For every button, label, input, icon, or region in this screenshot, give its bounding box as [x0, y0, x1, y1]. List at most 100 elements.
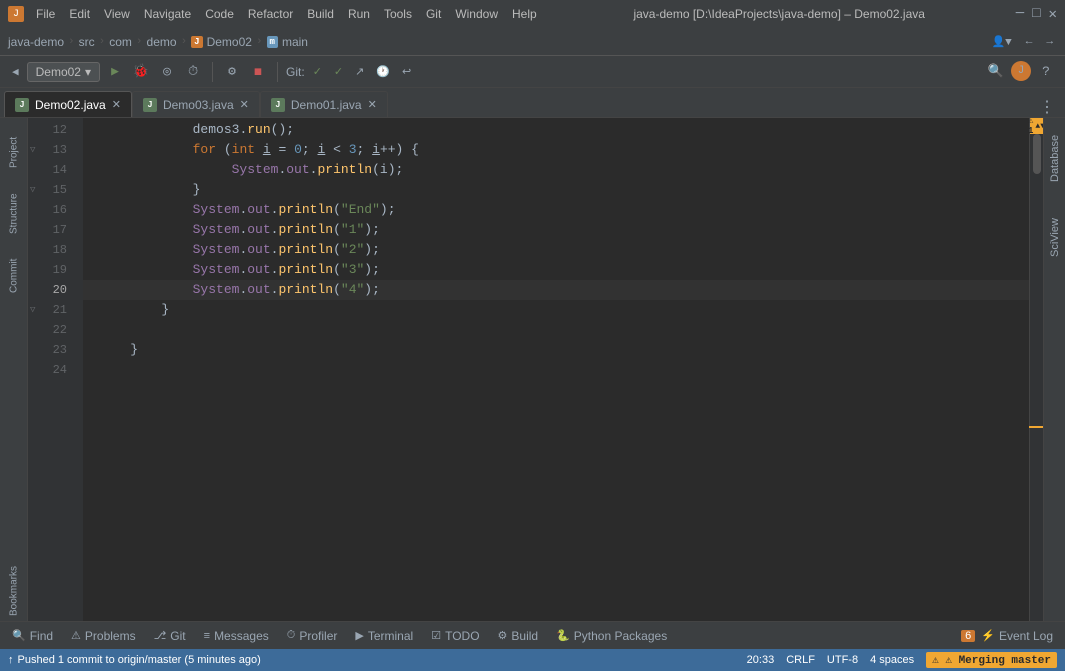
git-checkmark-1[interactable]: ✓	[309, 63, 326, 80]
sidebar-database[interactable]: Database	[1046, 118, 1064, 198]
search-button[interactable]: 🔍	[985, 61, 1007, 83]
code-line-22	[83, 320, 1029, 340]
tab-demo03[interactable]: J Demo03.java ✕	[132, 91, 260, 117]
status-warning[interactable]: ⚠ ⚠ Merging master	[926, 652, 1057, 668]
back-button[interactable]: ←	[1022, 34, 1037, 50]
sidebar-item-structure[interactable]: Structure	[3, 184, 25, 244]
minimize-button[interactable]: ─	[1016, 6, 1024, 23]
run-config-selector[interactable]: Demo02 ▾	[27, 62, 100, 82]
menu-build[interactable]: Build	[301, 5, 340, 23]
bottom-tab-terminal[interactable]: ▶ Terminal	[347, 625, 421, 647]
breadcrumb-demo[interactable]: demo	[147, 35, 177, 49]
fold-icon-15[interactable]: ▽	[30, 180, 35, 200]
status-position[interactable]: 20:33	[747, 652, 775, 668]
line-num-15: ▽15	[28, 180, 75, 200]
line-num-18: 18	[28, 240, 75, 260]
python-icon: 🐍	[556, 629, 570, 642]
sidebar-sciview[interactable]: SciView	[1046, 198, 1064, 278]
bottom-tab-git[interactable]: ⎇ Git	[146, 625, 194, 647]
bottom-tab-problems[interactable]: ⚠ Problems	[63, 625, 144, 647]
close-button[interactable]: ✕	[1049, 6, 1057, 23]
debug-button[interactable]: 🐞	[130, 61, 152, 83]
code-content[interactable]: demos3.run(); for (int i = 0; i < 3; i++…	[83, 118, 1029, 621]
menu-refactor[interactable]: Refactor	[242, 5, 299, 23]
tab-demo02-close[interactable]: ✕	[112, 98, 121, 111]
maximize-button[interactable]: □	[1032, 6, 1040, 23]
scrollbar-gutter: ⚠ 1 ▲ ▼	[1029, 118, 1043, 621]
tab-demo02-label: Demo02.java	[35, 98, 106, 112]
fold-icon-13[interactable]: ▽	[30, 140, 35, 160]
forward-button[interactable]: →	[1042, 34, 1057, 50]
tab-demo01-close[interactable]: ✕	[368, 98, 377, 111]
menu-git[interactable]: Git	[420, 5, 447, 23]
tab-demo01[interactable]: J Demo01.java ✕	[260, 91, 388, 117]
bottom-tab-profiler[interactable]: ⏱ Profiler	[279, 625, 346, 647]
coverage-button[interactable]: ◎	[156, 61, 178, 83]
tab-demo03-close[interactable]: ✕	[240, 98, 249, 111]
run-button[interactable]: ▶	[104, 61, 126, 83]
line-num-22: 22	[28, 320, 75, 340]
terminal-label: Terminal	[368, 629, 413, 643]
git-revert-button[interactable]: ↩	[398, 63, 415, 80]
menu-code[interactable]: Code	[199, 5, 240, 23]
breadcrumb-java-demo[interactable]: java-demo	[8, 35, 64, 49]
menu-help[interactable]: Help	[506, 5, 543, 23]
git-icon: ⎇	[154, 629, 167, 642]
bottom-tab-messages[interactable]: ≡ Messages	[196, 625, 277, 647]
code-line-24	[83, 360, 1029, 380]
git-history-button[interactable]: 🕐	[372, 63, 394, 80]
breadcrumb-main[interactable]: main	[282, 35, 308, 49]
tab-demo02[interactable]: J Demo02.java ✕	[4, 91, 132, 117]
bottom-tab-event-log[interactable]: 6 ⚡ Event Log	[953, 625, 1061, 647]
bottom-tab-todo[interactable]: ☑ TODO	[423, 625, 487, 647]
nav-right-actions: 👤▼ ← →	[987, 33, 1057, 51]
menu-bar: File Edit View Navigate Code Refactor Bu…	[30, 5, 543, 23]
menu-navigate[interactable]: Navigate	[138, 5, 197, 23]
menu-file[interactable]: File	[30, 5, 61, 23]
scroll-thumb[interactable]	[1033, 134, 1041, 174]
bottom-tab-python[interactable]: 🐍 Python Packages	[548, 625, 675, 647]
title-bar-left: J File Edit View Navigate Code Refactor …	[8, 5, 543, 23]
search-everywhere-button[interactable]: 👤▼	[987, 33, 1015, 51]
git-checkmark-2[interactable]: ✓	[330, 63, 347, 80]
line-num-19: 19	[28, 260, 75, 280]
todo-label: TODO	[445, 629, 479, 643]
line-num-24: 24	[28, 360, 75, 380]
build-tab-icon: ⚙	[498, 629, 508, 642]
status-message: Pushed 1 commit to origin/master (5 minu…	[18, 654, 261, 666]
bottom-tab-find[interactable]: 🔍 Find	[4, 625, 61, 647]
method-icon: m	[267, 36, 278, 48]
menu-run[interactable]: Run	[342, 5, 376, 23]
breadcrumb-src[interactable]: src	[79, 35, 95, 49]
sidebar-item-commit[interactable]: Commit	[3, 246, 25, 306]
line-num-12: 12	[28, 120, 75, 140]
tab-demo01-label: Demo01.java	[291, 98, 362, 112]
git-push-button[interactable]: ↗	[351, 63, 368, 80]
sidebar-item-project[interactable]: Project	[3, 122, 25, 182]
breadcrumb-com[interactable]: com	[109, 35, 132, 49]
status-encoding[interactable]: UTF-8	[827, 652, 858, 668]
bottom-tab-build[interactable]: ⚙ Build	[490, 625, 547, 647]
line-num-14: 14	[28, 160, 75, 180]
stop-button[interactable]: ◼	[247, 61, 269, 83]
build-button[interactable]: ⚙	[221, 61, 243, 83]
tabs-more-button[interactable]: ⋮	[1033, 97, 1061, 117]
class-icon: J	[191, 36, 202, 48]
python-label: Python Packages	[574, 629, 667, 643]
status-indent[interactable]: 4 spaces	[870, 652, 914, 668]
settings-button[interactable]: J	[1011, 61, 1031, 81]
warning-indicator[interactable]: ⚠ 1 ▲ ▼	[1030, 118, 1043, 134]
status-line-ending[interactable]: CRLF	[786, 652, 815, 668]
code-line-18: System.out.println("2");	[83, 240, 1029, 260]
profile-button[interactable]: ⏱	[182, 61, 204, 83]
toolbar-separator-2	[277, 62, 278, 82]
menu-tools[interactable]: Tools	[378, 5, 418, 23]
help-button[interactable]: ?	[1035, 61, 1057, 83]
fold-icon-21[interactable]: ▽	[30, 300, 35, 320]
recent-files-button[interactable]: ◀	[8, 63, 23, 81]
menu-window[interactable]: Window	[449, 5, 504, 23]
menu-edit[interactable]: Edit	[63, 5, 96, 23]
sidebar-item-bookmarks[interactable]: Bookmarks	[3, 561, 25, 621]
menu-view[interactable]: View	[98, 5, 136, 23]
breadcrumb-demo02[interactable]: Demo02	[207, 35, 252, 49]
